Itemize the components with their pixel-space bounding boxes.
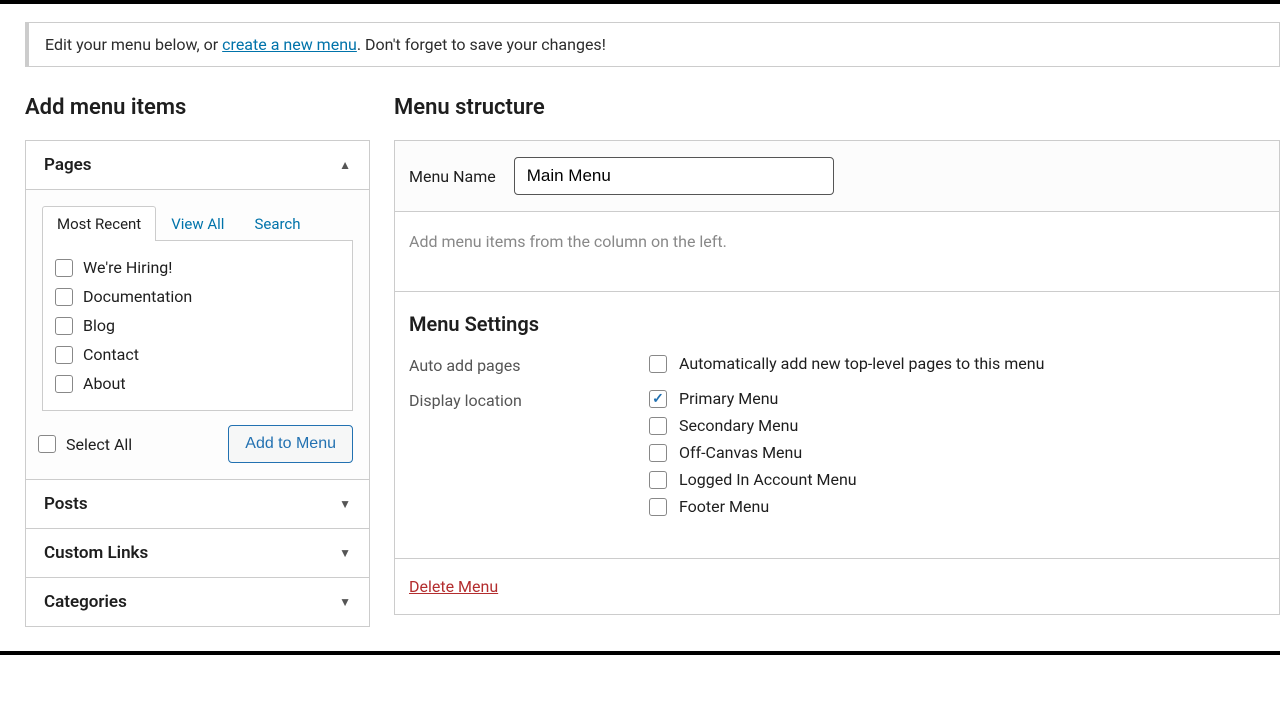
location-primary-menu[interactable]: Primary Menu: [649, 389, 857, 408]
tab-most-recent[interactable]: Most Recent: [42, 206, 156, 241]
create-new-menu-link[interactable]: create a new menu: [222, 35, 357, 54]
accordion-posts-title: Posts: [44, 494, 88, 514]
display-location-label: Display location: [409, 389, 649, 410]
accordion-pages-title: Pages: [44, 155, 92, 175]
pages-list-box: We're Hiring! Documentation Blog Contact: [42, 240, 353, 411]
accordion-custom-links-title: Custom Links: [44, 543, 148, 563]
checkbox[interactable]: [55, 375, 73, 393]
checkbox[interactable]: [649, 498, 667, 516]
pages-footer: Select All Add to Menu: [42, 411, 353, 463]
location-secondary-menu[interactable]: Secondary Menu: [649, 416, 857, 435]
page-label: We're Hiring!: [83, 258, 172, 277]
accordion-pages-body: Most Recent View All Search We're Hiring…: [26, 189, 369, 479]
auto-add-pages-row: Auto add pages Automatically add new top…: [409, 354, 1265, 375]
menu-settings: Menu Settings Auto add pages Automatical…: [395, 292, 1279, 559]
page-item[interactable]: Blog: [53, 311, 342, 340]
chevron-up-icon: [339, 158, 351, 172]
page-item[interactable]: Contact: [53, 340, 342, 369]
checkbox[interactable]: [55, 317, 73, 335]
chevron-down-icon: [339, 595, 351, 609]
notice-prefix: Edit your menu below, or: [45, 35, 222, 54]
pages-tabs: Most Recent View All Search: [42, 206, 353, 241]
top-border: [0, 0, 1280, 4]
delete-menu-row: Delete Menu: [395, 559, 1279, 614]
location-logged-in-account-menu[interactable]: Logged In Account Menu: [649, 470, 857, 489]
location-label: Primary Menu: [679, 389, 778, 408]
checkbox[interactable]: [649, 390, 667, 408]
auto-add-option-label: Automatically add new top-level pages to…: [679, 354, 1044, 373]
select-all-label: Select All: [66, 435, 132, 454]
auto-add-option[interactable]: Automatically add new top-level pages to…: [649, 354, 1044, 373]
chevron-down-icon: [339, 497, 351, 511]
location-footer-menu[interactable]: Footer Menu: [649, 497, 857, 516]
checkbox[interactable]: [649, 417, 667, 435]
location-off-canvas-menu[interactable]: Off-Canvas Menu: [649, 443, 857, 462]
menu-settings-heading: Menu Settings: [409, 312, 1265, 336]
page-item[interactable]: About: [53, 369, 342, 398]
page-label: Blog: [83, 316, 115, 335]
page-label: Documentation: [83, 287, 192, 306]
page-label: Contact: [83, 345, 139, 364]
accordion: Pages Most Recent View All Search We're …: [25, 140, 370, 627]
accordion-pages-header[interactable]: Pages: [26, 141, 369, 189]
empty-structure-message: Add menu items from the column on the le…: [395, 212, 1279, 292]
auto-add-pages-label: Auto add pages: [409, 354, 649, 375]
accordion-custom-links-header[interactable]: Custom Links: [26, 528, 369, 577]
page-item[interactable]: We're Hiring!: [53, 253, 342, 282]
notice-suffix: . Don't forget to save your changes!: [357, 35, 606, 54]
tab-search[interactable]: Search: [239, 206, 315, 241]
page-label: About: [83, 374, 126, 393]
location-label: Off-Canvas Menu: [679, 443, 802, 462]
checkbox[interactable]: [649, 444, 667, 462]
checkbox[interactable]: [55, 259, 73, 277]
accordion-categories-header[interactable]: Categories: [26, 577, 369, 626]
checkbox[interactable]: [55, 288, 73, 306]
display-location-options: Primary Menu Secondary Menu Off-Canvas M…: [649, 389, 857, 516]
menu-name-input[interactable]: [514, 157, 834, 195]
add-menu-items-heading: Add menu items: [25, 95, 370, 120]
location-label: Secondary Menu: [679, 416, 798, 435]
select-all-row[interactable]: Select All: [38, 435, 132, 454]
menu-name-label: Menu Name: [409, 167, 496, 186]
page-item[interactable]: Documentation: [53, 282, 342, 311]
chevron-down-icon: [339, 546, 351, 560]
delete-menu-link[interactable]: Delete Menu: [409, 577, 498, 596]
location-label: Logged In Account Menu: [679, 470, 857, 489]
checkbox[interactable]: [649, 471, 667, 489]
checkbox[interactable]: [649, 355, 667, 373]
location-label: Footer Menu: [679, 497, 769, 516]
menu-structure-heading: Menu structure: [394, 95, 1280, 120]
menu-frame: Menu Name Add menu items from the column…: [394, 140, 1280, 615]
tab-view-all[interactable]: View All: [156, 206, 239, 241]
menu-name-row: Menu Name: [395, 141, 1279, 212]
accordion-categories-title: Categories: [44, 592, 127, 612]
accordion-posts-header[interactable]: Posts: [26, 479, 369, 528]
display-location-row: Display location Primary Menu Secondary …: [409, 389, 1265, 516]
bottom-border: [0, 651, 1280, 655]
add-to-menu-button[interactable]: Add to Menu: [228, 425, 353, 463]
edit-menu-notice: Edit your menu below, or create a new me…: [25, 22, 1280, 67]
checkbox[interactable]: [55, 346, 73, 364]
select-all-checkbox[interactable]: [38, 435, 56, 453]
